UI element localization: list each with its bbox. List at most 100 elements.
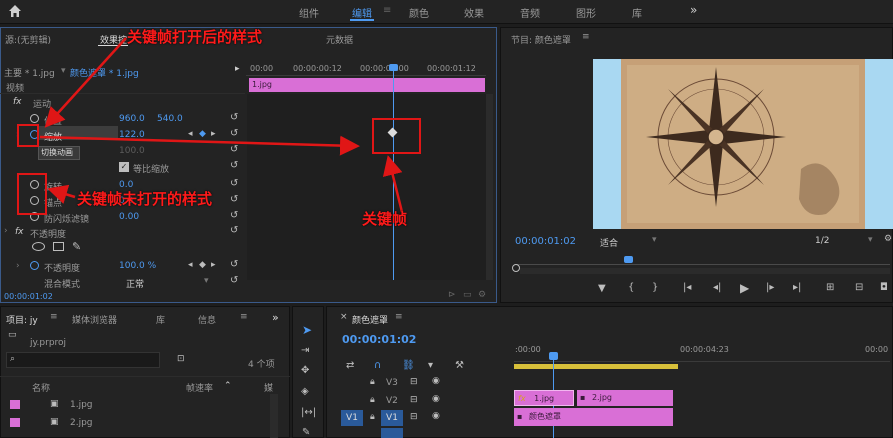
project-search-input[interactable] — [6, 352, 160, 368]
lift-icon[interactable]: ⊞ — [826, 283, 834, 293]
eye-icon[interactable]: ◉ — [432, 376, 440, 386]
annotation-keyframe-on: 关键帧打开后的样式 — [127, 28, 263, 46]
more-tabs-icon[interactable]: ≡ — [240, 312, 248, 322]
wrench-icon[interactable]: ⚒ — [455, 361, 464, 371]
sync-lock-icon[interactable]: ⊟ — [410, 412, 418, 422]
fit-select[interactable]: 适合 — [600, 236, 618, 249]
lock-icon[interactable]: 🔒︎ — [370, 395, 375, 405]
image-icon: ▪ — [580, 393, 586, 402]
camera-icon[interactable]: ◘ — [880, 283, 888, 293]
annotation-keyframe: 关键帧 — [362, 210, 408, 228]
work-area-bar[interactable] — [514, 364, 678, 369]
label-color-swatch[interactable] — [10, 418, 20, 427]
libraries-tab[interactable]: 库 — [156, 313, 165, 326]
nest-icon[interactable]: ⇄ — [346, 361, 354, 371]
image-icon: ▣ — [50, 399, 59, 409]
project-tab[interactable]: 项目: jy — [6, 313, 38, 326]
tab-audio[interactable]: 音频 — [520, 5, 540, 20]
program-video-frame[interactable] — [593, 59, 893, 229]
timeline-clip-2[interactable]: ▪ 2.jpg — [577, 390, 673, 406]
project-item-2[interactable]: 2.jpg — [70, 418, 93, 428]
project-scrollbar[interactable] — [270, 394, 278, 438]
image-icon: ▣ — [50, 417, 59, 427]
add-marker-icon[interactable]: ▾ — [428, 361, 433, 371]
timeline-clip-1[interactable]: fx 1.jpg — [514, 390, 574, 406]
annotation-keyframe-off: 关键帧未打开的样式 — [77, 190, 213, 208]
new-bin-icon[interactable]: ⊡ — [177, 354, 185, 364]
project-panel — [0, 306, 290, 438]
sync-lock-icon[interactable]: ⊟ — [410, 377, 418, 387]
info-tab[interactable]: 信息 — [198, 313, 216, 326]
program-monitor-title[interactable]: 节目: 颜色遮罩 — [511, 33, 571, 46]
clip-matte-label: 颜色遮罩 — [528, 412, 561, 421]
column-media-header[interactable]: 媒 — [264, 381, 273, 394]
project-item-count: 4 个项 — [248, 360, 275, 370]
program-timecode[interactable]: 00:00:01:02 — [515, 236, 576, 247]
track-a1-target[interactable] — [381, 428, 403, 438]
extract-icon[interactable]: ⊟ — [855, 283, 863, 293]
project-item-1[interactable]: 1.jpg — [70, 400, 93, 410]
eye-icon[interactable]: ◉ — [432, 394, 440, 404]
sync-lock-icon[interactable]: ⊟ — [410, 395, 418, 405]
ripple-edit-icon[interactable]: ✥ — [301, 366, 309, 376]
go-to-out-icon[interactable]: ▸| — [793, 283, 801, 293]
razor-tool-icon[interactable]: ◈ — [301, 387, 309, 397]
source-patch-v1[interactable]: V1 — [341, 410, 363, 426]
timeline-timecode[interactable]: 00:00:01:02 — [342, 333, 416, 346]
mark-in-icon[interactable]: { — [628, 283, 634, 293]
tab-libraries[interactable]: 库 — [632, 5, 642, 20]
chevron-down-icon[interactable]: ▾ — [868, 235, 873, 245]
eye-icon[interactable]: ◉ — [432, 411, 440, 421]
linked-selection-icon[interactable]: ⛓ — [402, 361, 415, 371]
timeline-ruler-start: :00:00 — [515, 345, 541, 354]
settings-icon[interactable]: ⚙ — [884, 234, 892, 244]
pen-tool-icon[interactable]: ✎ — [302, 428, 310, 438]
sort-ascending-icon[interactable]: ⌃ — [224, 381, 232, 391]
row-divider — [0, 376, 290, 377]
program-playhead[interactable] — [624, 256, 633, 263]
resolution-select[interactable]: 1/2 — [815, 236, 829, 246]
panel-menu-icon[interactable]: ≡ — [50, 312, 58, 322]
step-back-icon[interactable]: ◂| — [713, 283, 721, 293]
timeline-ruler-mid: 00:00:04:23 — [680, 345, 729, 354]
close-sequence-icon[interactable]: × — [340, 312, 348, 322]
timeline-clip-matte[interactable]: ▪ 颜色遮罩 — [514, 408, 673, 426]
video-image — [621, 59, 865, 229]
program-scrub-bar[interactable] — [515, 264, 890, 265]
compass-rose-image — [621, 59, 865, 229]
mark-out-icon[interactable]: } — [652, 283, 658, 293]
snap-icon[interactable]: ∩ — [374, 361, 381, 371]
clip-2-label: 2.jpg — [591, 393, 612, 402]
go-to-in-icon[interactable]: |◂ — [683, 283, 691, 293]
timeline-ruler[interactable] — [514, 356, 890, 362]
selection-tool-icon[interactable]: ➤ — [302, 324, 312, 336]
clip-1-label: 1.jpg — [534, 394, 555, 403]
add-marker-icon[interactable]: ▼ — [598, 284, 606, 294]
media-browser-tab[interactable]: 媒体浏览器 — [72, 313, 117, 326]
search-icon: ⌕ — [10, 354, 16, 364]
label-color-swatch[interactable] — [10, 400, 20, 409]
track-v2-label[interactable]: V2 — [386, 396, 398, 406]
image-icon: ▪ — [517, 412, 523, 421]
program-zoom-bar[interactable] — [520, 268, 890, 274]
sequence-tab[interactable]: 颜色遮罩 — [352, 313, 388, 326]
panel-menu-icon[interactable]: ≡ — [582, 32, 590, 42]
track-v1-label[interactable]: V1 — [381, 410, 403, 426]
column-framerate-header[interactable]: 帧速率 — [186, 381, 213, 394]
step-forward-icon[interactable]: |▸ — [766, 283, 774, 293]
panel-menu-icon[interactable]: ≡ — [395, 312, 403, 322]
lock-icon[interactable]: 🔒︎ — [370, 412, 375, 422]
lock-icon[interactable]: 🔒︎ — [370, 377, 375, 387]
column-name-header[interactable]: 名称 — [32, 381, 50, 394]
expand-tabs-icon[interactable]: » — [272, 311, 279, 324]
more-workspaces-icon[interactable]: » — [690, 3, 697, 17]
track-select-icon[interactable]: ⇥ — [301, 346, 309, 356]
zoom-handle-icon[interactable] — [512, 264, 520, 272]
slip-tool-icon[interactable]: |↔| — [301, 408, 316, 418]
chevron-down-icon[interactable]: ▾ — [652, 235, 657, 245]
play-icon[interactable]: ▶ — [740, 282, 749, 294]
timeline-playhead-handle[interactable] — [549, 352, 558, 360]
tab-graphics[interactable]: 图形 — [576, 5, 596, 20]
timeline-ruler-end: 00:00 — [865, 345, 889, 354]
track-v3-label[interactable]: V3 — [386, 378, 398, 388]
